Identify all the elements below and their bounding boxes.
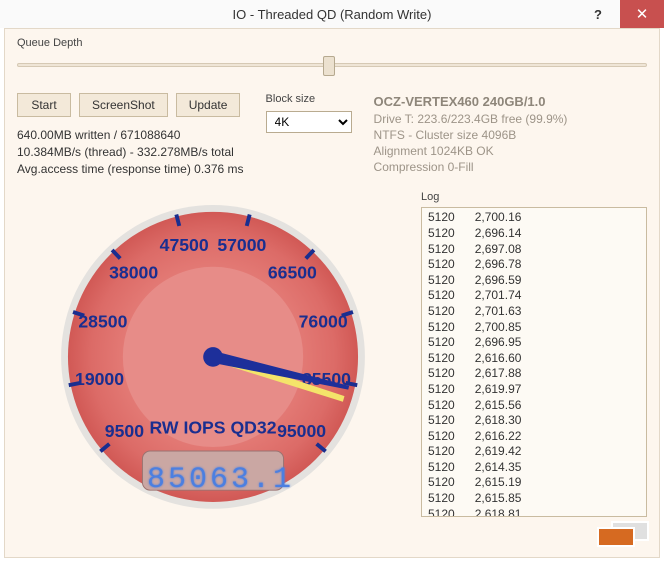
watermark-badge [597,521,651,551]
log-row: 5120 2,618.81 [428,507,640,518]
gauge: 9500 19000 28500 3800047500 5700066500 76000 8… [17,187,409,517]
log-row: 5120 2,618.30 [428,413,640,429]
title-bar: IO - Threaded QD (Random Write) ? ✕ [0,0,664,28]
start-button[interactable]: Start [17,93,71,117]
log-row: 5120 2,616.60 [428,351,640,367]
log-row: 5120 2,696.59 [428,273,640,289]
gauge-tick-label: 95000 [277,422,326,442]
stats-latency: Avg.access time (response time) 0.376 ms [17,161,244,178]
gauge-tick-label: 76000 [299,312,348,332]
log-label: Log [421,191,647,203]
main-pane: Queue Depth Start ScreenShot Update 640.… [4,28,660,558]
log-row: 5120 2,700.16 [428,210,640,226]
drive-info: OCZ-VERTEX460 240GB/1.0 Drive T: 223.6/2… [374,93,568,175]
gauge-tick-label: 9500 [105,422,144,442]
log-row: 5120 2,696.78 [428,257,640,273]
log-row: 5120 2,615.85 [428,491,640,507]
gauge-tick-label: 47500 [160,235,209,255]
log-row: 5120 2,616.22 [428,429,640,445]
log-row: 5120 2,697.08 [428,242,640,258]
gauge-digital-readout: 85063.1 [147,463,287,497]
drive-fs: NTFS - Cluster size 4096B [374,127,568,143]
log-row: 5120 2,700.85 [428,320,640,336]
log-row: 5120 2,617.88 [428,366,640,382]
log-row: 5120 2,615.19 [428,475,640,491]
block-size-select[interactable]: 4K [266,111,352,133]
stats-block: 640.00MB written / 671088640 10.384MB/s … [17,127,244,177]
log-row: 5120 2,615.56 [428,398,640,414]
gauge-tick-label: 19000 [75,369,124,389]
window-title: IO - Threaded QD (Random Write) [0,7,664,22]
drive-capacity: Drive T: 223.6/223.4GB free (99.9%) [374,111,568,127]
slider-thumb[interactable] [323,56,335,76]
log-row: 5120 2,701.74 [428,288,640,304]
gauge-tick-label: 66500 [268,263,317,283]
queue-depth-slider[interactable] [17,53,647,79]
gauge-tick-label: 38000 [109,263,158,283]
gauge-tick-label: 28500 [78,312,127,332]
stats-throughput: 10.384MB/s (thread) - 332.278MB/s total [17,144,244,161]
queue-depth-label: Queue Depth [17,37,647,49]
help-button[interactable]: ? [576,0,620,28]
log-row: 5120 2,619.97 [428,382,640,398]
close-button[interactable]: ✕ [620,0,664,28]
gauge-title: RW IOPS QD32 [150,418,277,438]
log-row: 5120 2,619.42 [428,444,640,460]
log-row: 5120 2,614.35 [428,460,640,476]
log-row: 5120 2,696.14 [428,226,640,242]
log-box[interactable]: 5120 2,700.165120 2,696.145120 2,697.085… [421,207,647,517]
drive-name: OCZ-VERTEX460 240GB/1.0 [374,93,568,111]
drive-compression: Compression 0-Fill [374,159,568,175]
log-row: 5120 2,696.95 [428,335,640,351]
block-size-label: Block size [266,93,352,105]
screenshot-button[interactable]: ScreenShot [79,93,168,117]
drive-align: Alignment 1024KB OK [374,143,568,159]
stats-written: 640.00MB written / 671088640 [17,127,244,144]
log-row: 5120 2,701.63 [428,304,640,320]
update-button[interactable]: Update [176,93,241,117]
gauge-tick-label: 57000 [217,235,266,255]
